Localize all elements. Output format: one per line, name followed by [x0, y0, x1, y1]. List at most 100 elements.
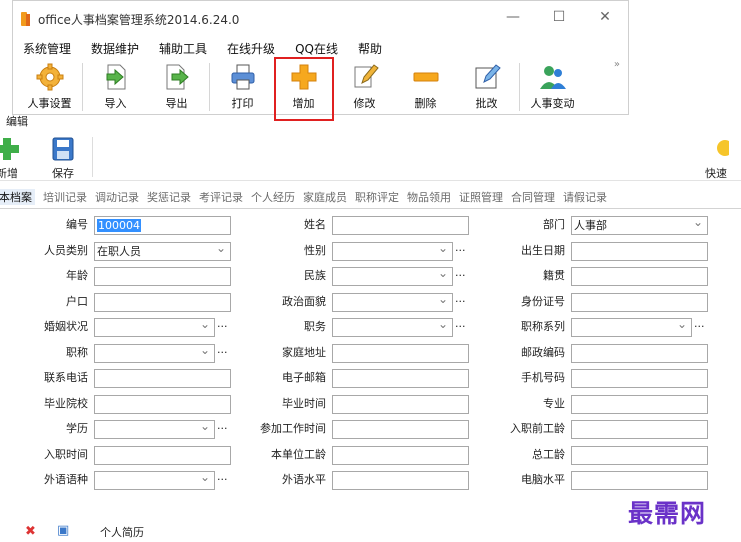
field-label: 邮政编码 [521, 345, 565, 359]
export-icon [166, 64, 189, 90]
watermark-text: 最需网 [628, 499, 707, 528]
save-icon[interactable]: ▣ [57, 523, 69, 538]
maximize-button[interactable]: ☐ [536, 9, 582, 25]
plus-icon [291, 64, 316, 90]
toolbar-settings-button[interactable]: 人事设置 [19, 59, 80, 115]
menu-data[interactable]: 数据维护 [91, 40, 139, 57]
field-label: 职务 [304, 320, 326, 333]
field-label: 出生日期 [521, 243, 565, 257]
toolbar-import-button[interactable]: 导入 [85, 59, 146, 115]
text-input[interactable] [571, 267, 708, 286]
toolbar-separator [82, 63, 83, 111]
ellipsis-button[interactable]: ··· [217, 471, 228, 488]
combo-box[interactable] [332, 265, 453, 286]
text-input[interactable] [332, 420, 469, 439]
ellipsis-button[interactable]: ··· [217, 420, 228, 437]
menu-upgrade[interactable]: 在线升级 [227, 40, 275, 57]
delete-icon[interactable]: ✖ [25, 524, 36, 539]
tab-leave[interactable]: 请假记录 [563, 189, 607, 205]
toolbar-edit-label: 修改 [353, 97, 376, 110]
tab-basic-archive[interactable]: 基本档案 [0, 188, 35, 205]
quick-button[interactable]: 快速 [703, 137, 729, 181]
text-input[interactable] [571, 241, 708, 261]
tab-contracts[interactable]: 合同管理 [511, 189, 555, 205]
toolbar-print-button[interactable]: 打印 [212, 59, 273, 115]
combo-box[interactable] [94, 469, 215, 490]
toolbar-personnel-change-button[interactable]: 人事变动 [522, 59, 583, 115]
new-button[interactable]: 新增 [0, 137, 20, 181]
toolbar-overflow-icon[interactable]: » [614, 59, 620, 70]
save-label: 保存 [52, 167, 74, 180]
tab-transfer[interactable]: 调动记录 [95, 189, 139, 205]
tab-rewards[interactable]: 奖惩记录 [147, 189, 191, 205]
tab-certificates[interactable]: 证照管理 [459, 189, 503, 205]
minimize-button[interactable]: — [490, 9, 536, 25]
ellipsis-button[interactable]: ··· [455, 267, 466, 284]
field-label: 编号 [66, 218, 88, 231]
toolbar-export-label: 导出 [165, 97, 188, 110]
text-input[interactable] [571, 420, 708, 439]
subwindow-separator [92, 137, 93, 177]
ellipsis-button[interactable]: ··· [217, 344, 228, 361]
tab-evaluation[interactable]: 考评记录 [199, 189, 243, 205]
combo-box[interactable] [332, 240, 453, 261]
subwindow-title: 编辑 [6, 115, 28, 128]
text-input[interactable] [332, 445, 469, 465]
printer-icon [231, 64, 254, 90]
field-label: 参加工作时间 [260, 422, 326, 435]
tab-training[interactable]: 培训记录 [43, 189, 87, 205]
text-input[interactable] [571, 369, 708, 388]
text-input[interactable]: 100004 [94, 216, 231, 235]
text-input[interactable] [332, 394, 469, 414]
text-input[interactable] [94, 292, 231, 312]
field-label: 身份证号 [521, 294, 565, 308]
combo-box[interactable] [94, 316, 215, 337]
field-label: 政治面貌 [282, 294, 326, 308]
ellipsis-button[interactable]: ··· [455, 318, 466, 335]
text-input[interactable] [332, 216, 469, 235]
toolbar-export-button[interactable]: 导出 [146, 59, 207, 115]
toolbar-delete-button[interactable]: 删除 [395, 59, 456, 115]
text-input[interactable] [571, 343, 708, 363]
record-tabs: 基本档案 培训记录 调动记录 奖惩记录 考评记录 个人经历 家庭成员 职称评定 … [0, 185, 741, 209]
field-label: 籍贯 [543, 269, 565, 282]
close-button[interactable]: ✕ [582, 9, 628, 25]
text-input[interactable] [332, 343, 469, 363]
text-input[interactable] [571, 394, 708, 414]
ellipsis-button[interactable]: ··· [217, 318, 228, 335]
tab-experience[interactable]: 个人经历 [251, 189, 295, 205]
tab-family[interactable]: 家庭成员 [303, 189, 347, 205]
text-input[interactable] [571, 292, 708, 312]
combo-box[interactable] [94, 342, 215, 363]
menu-help[interactable]: 帮助 [358, 40, 382, 57]
text-input[interactable] [94, 267, 231, 286]
ellipsis-button[interactable]: ··· [455, 293, 466, 310]
text-input[interactable] [571, 471, 708, 490]
tab-title-review[interactable]: 职称评定 [355, 189, 399, 205]
toolbar-delete-label: 删除 [414, 97, 437, 110]
menu-tools[interactable]: 辅助工具 [159, 40, 207, 57]
combo-box[interactable] [332, 316, 453, 337]
combo-box[interactable] [332, 291, 453, 312]
ellipsis-button[interactable]: ··· [694, 318, 705, 335]
text-input[interactable] [94, 369, 231, 388]
combo-box[interactable]: 人事部 [571, 214, 708, 235]
combo-box[interactable] [94, 418, 215, 439]
combo-box[interactable] [571, 316, 692, 337]
toolbar-add-button[interactable]: 增加 [273, 57, 334, 121]
menu-system[interactable]: 系统管理 [23, 40, 71, 57]
text-input[interactable] [94, 445, 231, 465]
tab-items[interactable]: 物品领用 [407, 189, 451, 205]
menu-qq[interactable]: QQ在线 [295, 40, 338, 57]
text-input[interactable] [571, 445, 708, 465]
text-input[interactable] [332, 369, 469, 388]
toolbar-edit-button[interactable]: 修改 [334, 59, 395, 115]
combo-box[interactable]: 在职人员 [94, 240, 231, 261]
ellipsis-button[interactable]: ··· [455, 242, 466, 259]
toolbar-import-label: 导入 [104, 97, 127, 110]
save-button[interactable]: 保存 [50, 137, 76, 181]
toolbar-batch-edit-button[interactable]: 批改 [456, 59, 517, 115]
text-input[interactable] [332, 471, 469, 490]
text-input[interactable] [94, 394, 231, 414]
field-label: 电子邮箱 [282, 371, 326, 384]
